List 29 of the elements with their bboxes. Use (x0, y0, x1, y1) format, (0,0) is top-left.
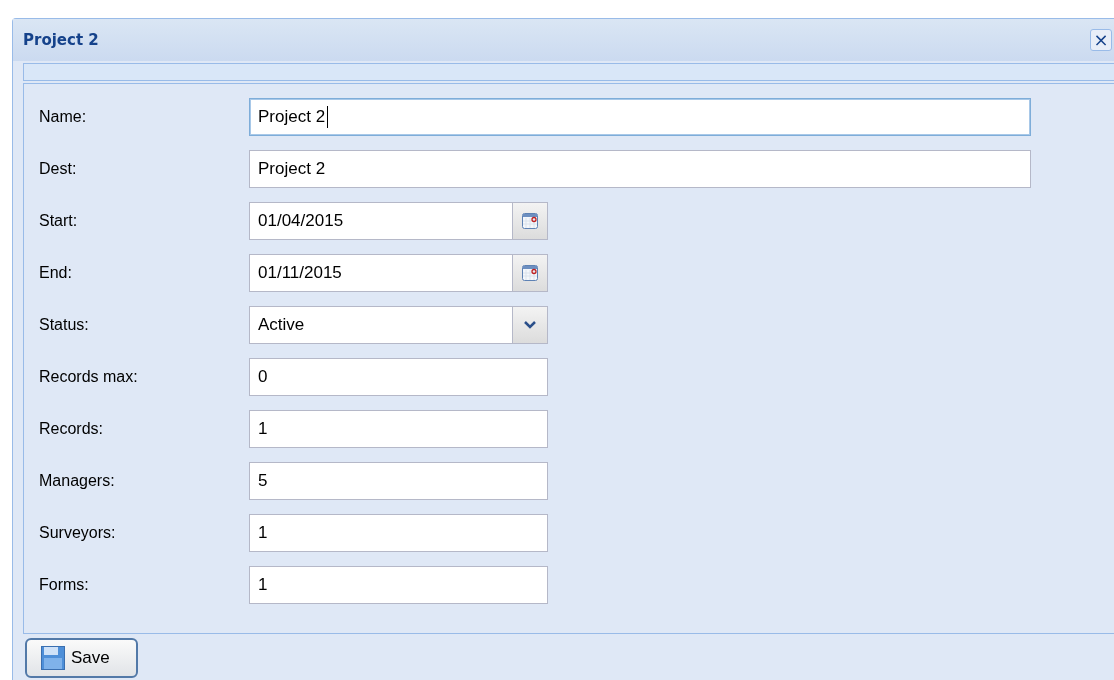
input-field[interactable]: 1 (249, 566, 548, 604)
input-field[interactable]: 1 (249, 410, 548, 448)
date-field[interactable]: 01/11/2015 (249, 254, 548, 292)
window-title: Project 2 (23, 31, 99, 49)
field-label: Name: (39, 108, 88, 126)
chevron-down-icon (524, 321, 536, 329)
date-picker-button[interactable] (512, 255, 547, 291)
close-button[interactable]: × (1090, 29, 1112, 51)
dropdown-button[interactable] (512, 307, 547, 343)
field-label: Status: (39, 316, 90, 334)
field-label: End: (39, 264, 73, 282)
date-field[interactable]: 01/04/2015 (249, 202, 548, 240)
field-label: Managers: (39, 472, 116, 490)
input-field[interactable]: Project 2 (249, 98, 1031, 136)
calendar-icon (522, 213, 538, 229)
input-field[interactable]: Project 2 (249, 150, 1031, 188)
field-label: Dest: (39, 160, 78, 178)
save-button[interactable]: Save (25, 638, 138, 678)
input-field[interactable]: 0 (249, 358, 548, 396)
date-picker-button[interactable] (512, 203, 547, 239)
field-label: Forms: (39, 576, 90, 594)
field-label: Surveyors: (39, 524, 117, 542)
field-label: Records: (39, 420, 105, 438)
field-label: Start: (39, 212, 79, 230)
calendar-icon (522, 265, 538, 281)
input-field[interactable]: 5 (249, 462, 548, 500)
select-field[interactable]: Active (249, 306, 548, 344)
field-label: Records max: (39, 368, 139, 386)
input-field[interactable]: 1 (249, 514, 548, 552)
